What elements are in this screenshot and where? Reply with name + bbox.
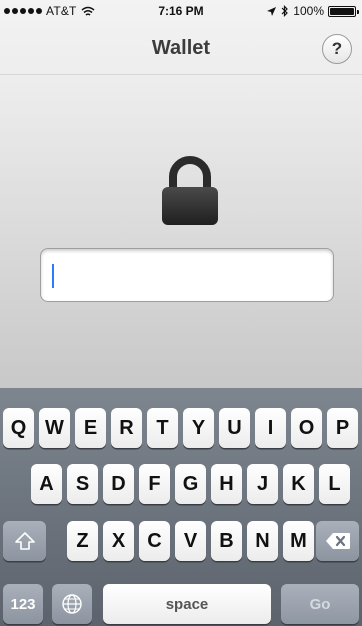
key-y[interactable]: Y [183,408,214,448]
key-k[interactable]: K [283,464,314,504]
key-h[interactable]: H [211,464,242,504]
lock-icon [162,156,218,225]
text-cursor [52,264,54,288]
page-title: Wallet [151,37,211,59]
battery-icon [328,5,359,17]
nav-bar: Wallet ? [0,22,362,75]
key-b[interactable]: B [211,521,242,561]
key-t[interactable]: T [147,408,178,448]
key-g[interactable]: G [175,464,206,504]
status-right: 100% [266,4,359,18]
key-c[interactable]: C [139,521,170,561]
backspace-icon [325,533,350,549]
key-r[interactable]: R [111,408,142,448]
backspace-key[interactable] [316,521,359,561]
key-j[interactable]: J [247,464,278,504]
key-e[interactable]: E [75,408,106,448]
battery-level [330,7,354,15]
key-o[interactable]: O [291,408,322,448]
key-d[interactable]: D [103,464,134,504]
key-s[interactable]: S [67,464,98,504]
keyboard: Q W E R T Y U I O P A S D F G H J K L Z … [0,388,362,626]
battery-percent: 100% [293,4,324,18]
key-m[interactable]: M [283,521,314,561]
shift-arrow-icon [14,532,35,550]
location-arrow-icon [267,6,277,16]
key-a[interactable]: A [31,464,62,504]
key-i[interactable]: I [255,408,286,448]
key-u[interactable]: U [219,408,250,448]
key-q[interactable]: Q [3,408,34,448]
key-l[interactable]: L [319,464,350,504]
password-input[interactable] [40,248,334,302]
key-p[interactable]: P [327,408,358,448]
key-x[interactable]: X [103,521,134,561]
go-key[interactable]: Go [281,584,359,624]
wallet-screen: AT&T 7:16 PM 100% Wallet ? Q W E R T Y U… [0,0,362,626]
globe-key[interactable] [52,584,92,624]
status-bar: AT&T 7:16 PM 100% [0,0,362,22]
numbers-key[interactable]: 123 [3,584,43,624]
shift-key[interactable] [3,521,46,561]
space-key[interactable]: space [103,584,271,624]
key-z[interactable]: Z [67,521,98,561]
key-w[interactable]: W [39,408,70,448]
help-button[interactable]: ? [322,34,352,64]
key-f[interactable]: F [139,464,170,504]
key-v[interactable]: V [175,521,206,561]
key-n[interactable]: N [247,521,278,561]
bluetooth-icon [281,5,289,17]
globe-icon [62,594,82,614]
